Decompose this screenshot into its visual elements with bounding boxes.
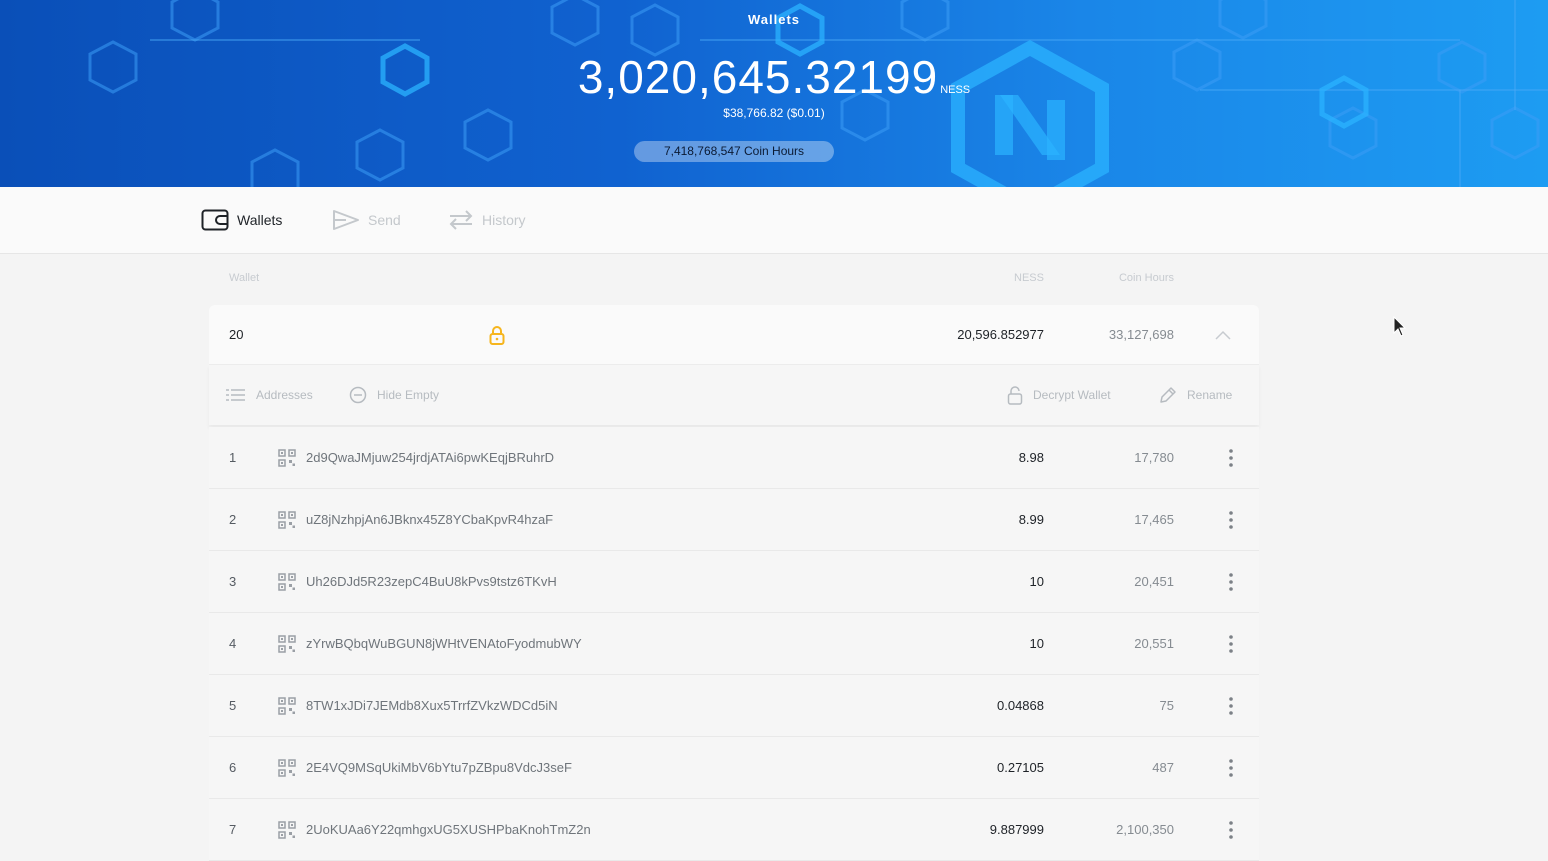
lock-icon[interactable] — [489, 305, 505, 364]
nav-send-label: Send — [368, 212, 401, 228]
unlock-icon — [1007, 386, 1023, 405]
address-index: 4 — [229, 636, 237, 651]
address-hours: 2,100,350 — [1116, 822, 1174, 837]
address-value: 2d9QwaJMjuw254jrdjATAi6pwKEqjBRuhrD — [306, 450, 555, 465]
more-options-icon[interactable] — [1229, 737, 1233, 798]
usd-balance: $38,766.82 ($0.01) — [723, 106, 825, 120]
list-icon — [226, 389, 245, 401]
mouse-cursor-icon — [1393, 316, 1407, 337]
qr-code-icon[interactable] — [278, 737, 296, 798]
address-hours: 487 — [1152, 760, 1174, 775]
column-header-wallet: Wallet — [229, 272, 260, 284]
address-row[interactable]: 1 2d9QwaJMjuw254jrdjATAi6pwKEqjBRuhrD 8.98… — [209, 427, 1259, 489]
address-row[interactable]: 5 8TW1xJDi7JEMdb8Xux5TrrfZVkzWDCd5iN 0.048… — [209, 675, 1259, 737]
send-icon — [333, 210, 359, 230]
history-icon — [449, 210, 473, 230]
rename-button[interactable]: Rename — [1159, 365, 1232, 425]
address-index: 7 — [229, 822, 237, 837]
address-coins: 0.27105 — [997, 760, 1044, 775]
more-options-icon[interactable] — [1229, 551, 1233, 612]
addresses-label: Addresses — [256, 388, 313, 402]
address-value: 2E4VQ9MSqUkiMbV6bYtu7pZBpu8VdcJ3seF — [306, 760, 572, 775]
address-index: 1 — [229, 450, 237, 465]
address-coins: 10 — [1029, 636, 1044, 651]
address-index: 5 — [229, 698, 237, 713]
qr-code-icon[interactable] — [278, 799, 296, 860]
address-hours: 20,551 — [1134, 636, 1174, 651]
wallet-name: 20 — [229, 327, 244, 342]
total-balance: 3,020,645.32199 NESS — [0, 50, 1548, 104]
address-value: uZ8jNzhpjAn6JBknx45Z8YCbaKpvR4hzaF — [306, 512, 554, 527]
qr-code-icon[interactable] — [278, 427, 296, 488]
address-row[interactable]: 6 2E4VQ9MSqUkiMbV6bYtu7pZBpu8VdcJ3seF 0.27… — [209, 737, 1259, 799]
nav-wallets[interactable]: Wallets — [201, 187, 282, 253]
qr-code-icon[interactable] — [278, 551, 296, 612]
column-header-hours: Coin Hours — [1118, 272, 1174, 284]
address-row[interactable]: 7 2UoKUAa6Y22qmhgxUG5XUSHPbaKnohTmZ2n 9.88… — [209, 799, 1259, 861]
addresses-button[interactable]: Addresses — [226, 365, 313, 425]
address-coins: 0.04868 — [997, 698, 1044, 713]
balance-amount: 3,020,645.32199 — [577, 51, 939, 103]
address-row[interactable]: 3 Uh26DJd5R23zepC4BuU8kPvs9tstz6TKvH 10 20,… — [209, 551, 1259, 613]
address-value: zYrwBQbqWuBGUN8jWHtVENAtoFyodmubWY — [306, 636, 582, 651]
header-banner: Wallets 3,020,645.32199 NESS $38,766.82 (… — [0, 0, 1548, 187]
address-hours: 20,451 — [1134, 574, 1174, 589]
column-header-coins: NESS — [1014, 272, 1044, 284]
address-value: Uh26DJd5R23zepC4BuU8kPvs9tstz6TKvH — [306, 574, 557, 589]
qr-code-icon[interactable] — [278, 613, 296, 674]
address-coins: 9.887999 — [989, 822, 1044, 837]
wallet-icon — [201, 209, 229, 231]
address-value: 2UoKUAa6Y22qmhgxUG5XUSHPbaKnohTmZ2n — [306, 822, 591, 837]
coin-hours-badge: 7,418,768,547 Coin Hours — [634, 141, 834, 162]
address-value: 8TW1xJDi7JEMdb8Xux5TrrfZVkzWDCd5iN — [306, 698, 558, 713]
address-index: 3 — [229, 574, 237, 589]
wallet-toolbar: Addresses Hide Empty Decrypt Wallet Rena… — [209, 365, 1259, 425]
nav-history[interactable]: History — [448, 187, 526, 253]
address-coins: 8.99 — [1018, 512, 1044, 527]
more-options-icon[interactable] — [1229, 427, 1233, 488]
address-index: 2 — [229, 512, 237, 527]
nav-wallets-label: Wallets — [237, 212, 283, 228]
address-coins: 8.98 — [1018, 450, 1044, 465]
more-options-icon[interactable] — [1229, 489, 1233, 550]
wallet-coins: 20,596.852977 — [957, 327, 1044, 342]
top-navigation: Wallets Send History — [0, 187, 1548, 254]
qr-code-icon[interactable] — [278, 675, 296, 736]
rename-label: Rename — [1187, 388, 1233, 402]
chevron-up-icon[interactable] — [1215, 305, 1231, 364]
decrypt-wallet-label: Decrypt Wallet — [1033, 388, 1111, 402]
address-hours: 17,780 — [1134, 450, 1174, 465]
wallet-row[interactable]: 20 20,596.852977 33,127,698 — [209, 305, 1259, 365]
address-coins: 10 — [1029, 574, 1044, 589]
hide-empty-button[interactable]: Hide Empty — [349, 365, 439, 425]
hide-empty-label: Hide Empty — [377, 388, 440, 402]
qr-code-icon[interactable] — [278, 489, 296, 550]
address-hours: 75 — [1159, 698, 1174, 713]
pencil-icon — [1160, 387, 1176, 403]
wallet-hours: 33,127,698 — [1108, 327, 1174, 342]
nav-send[interactable]: Send — [332, 187, 401, 253]
decrypt-wallet-button[interactable]: Decrypt Wallet — [1007, 365, 1111, 425]
more-options-icon[interactable] — [1229, 613, 1233, 674]
page-title: Wallets — [747, 12, 801, 27]
address-row[interactable]: 2 uZ8jNzhpjAn6JBknx45Z8YCbaKpvR4hzaF 8.99 1… — [209, 489, 1259, 551]
more-options-icon[interactable] — [1229, 675, 1233, 736]
balance-unit: NESS — [940, 84, 971, 96]
nav-history-label: History — [482, 212, 526, 228]
address-index: 6 — [229, 760, 237, 775]
address-row[interactable]: 4 zYrwBQbqWuBGUN8jWHtVENAtoFyodmubWY 10 20,… — [209, 613, 1259, 675]
minus-circle-icon — [349, 386, 367, 404]
more-options-icon[interactable] — [1229, 799, 1233, 860]
address-hours: 17,465 — [1134, 512, 1174, 527]
